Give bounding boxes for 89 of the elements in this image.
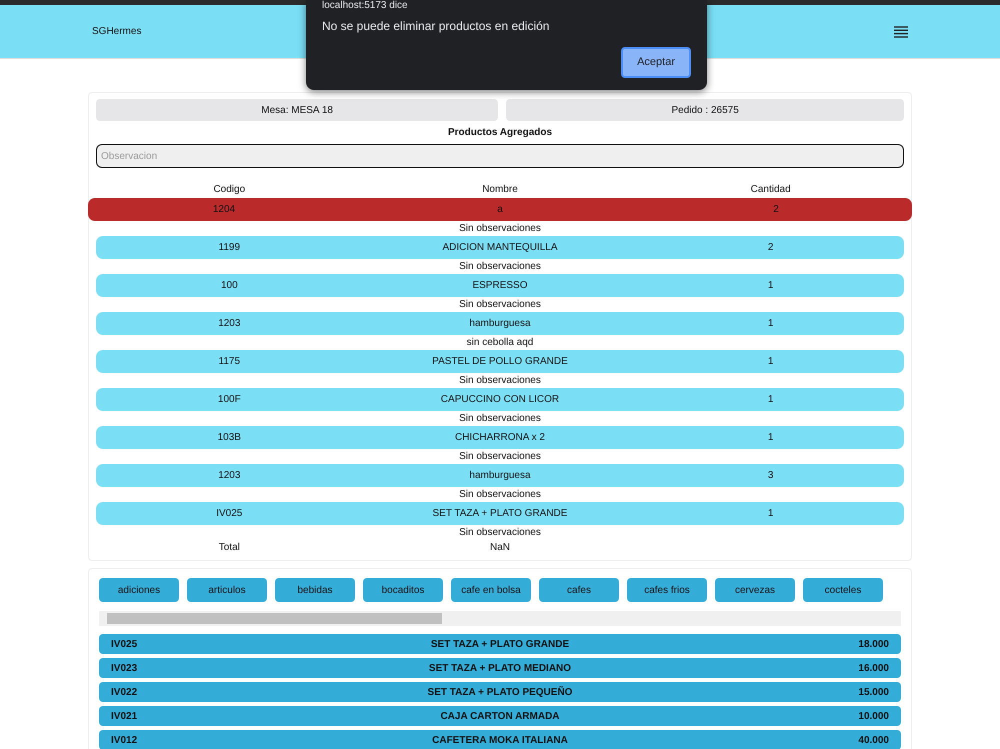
table-cell: 1 xyxy=(768,280,774,291)
order-item-row[interactable]: 103B CHICHARRONA x 2 1 xyxy=(96,426,904,449)
accept-button[interactable]: Aceptar xyxy=(621,47,691,78)
brand-name[interactable]: SGHermes xyxy=(92,24,142,39)
order-item-row[interactable]: 1199 ADICION MANTEQUILLA 2 xyxy=(96,236,904,259)
product-code: IV023 xyxy=(111,662,138,676)
column-header: Cantidad xyxy=(750,184,791,195)
product-price: 40.000 xyxy=(857,734,889,748)
table-cell: PASTEL DE POLLO GRANDE xyxy=(432,356,568,367)
table-cell: 1199 xyxy=(218,242,240,253)
column-header: Codigo xyxy=(213,184,246,195)
product-row[interactable]: IV023 SET TAZA + PLATO MEDIANO 16.000 xyxy=(99,658,901,678)
table-cell: 100F xyxy=(218,394,241,405)
item-note: Sin observaciones xyxy=(459,299,541,310)
item-note: Sin observaciones xyxy=(459,261,541,272)
order-item-row[interactable]: 100 ESPRESSO 1 xyxy=(96,274,904,297)
scroll-thumb[interactable] xyxy=(107,613,442,624)
category-button[interactable]: cafe en bolsa xyxy=(451,578,531,602)
table-cell: IV025 xyxy=(216,508,242,519)
table-cell: 1204 xyxy=(212,204,236,215)
product-name: CAJA CARTON ARMADA xyxy=(439,710,561,724)
product-row[interactable]: IV021 CAJA CARTON ARMADA 10.000 xyxy=(99,706,901,726)
product-code: IV022 xyxy=(111,686,138,700)
table-cell: 1203 xyxy=(218,470,240,481)
category-button[interactable]: cafes xyxy=(539,578,619,602)
product-name: CAFETERA MOKA ITALIANA xyxy=(431,734,569,748)
menu-icon[interactable] xyxy=(894,26,908,38)
product-name: SET TAZA + PLATO GRANDE xyxy=(430,638,570,652)
table-cell: 1 xyxy=(768,394,774,405)
product-name: SET TAZA + PLATO MEDIANO xyxy=(428,662,572,676)
table-cell: a xyxy=(497,204,503,215)
table-cell: 1203 xyxy=(218,318,240,329)
product-price: 18.000 xyxy=(857,638,889,652)
order-number: Pedido : 26575 xyxy=(506,99,904,121)
table-cell: CAPUCCINO CON LICOR xyxy=(440,394,560,405)
product-row[interactable]: IV025 SET TAZA + PLATO GRANDE 18.000 xyxy=(99,634,901,654)
table-label: Mesa: MESA 18 xyxy=(96,99,498,121)
column-header: Nombre xyxy=(482,184,518,195)
total-label: Total xyxy=(218,542,240,553)
item-note: Sin observaciones xyxy=(459,451,541,462)
category-button[interactable]: bocaditos xyxy=(363,578,443,602)
horizontal-scrollbar[interactable] xyxy=(99,611,901,626)
dialog-title: localhost:5173 dice xyxy=(322,0,409,11)
table-cell: 2 xyxy=(768,242,774,253)
product-row[interactable]: IV012 CAFETERA MOKA ITALIANA 40.000 xyxy=(99,730,901,749)
category-button[interactable]: cervezas xyxy=(715,578,795,602)
table-cell: 1 xyxy=(768,508,774,519)
section-title: Productos Agregados xyxy=(446,126,554,140)
item-note: sin cebolla aqd xyxy=(466,337,534,348)
order-item-row[interactable]: 100F CAPUCCINO CON LICOR 1 xyxy=(96,388,904,411)
table-cell: 1 xyxy=(768,432,774,443)
product-price: 16.000 xyxy=(857,662,889,676)
product-code: IV021 xyxy=(111,710,138,724)
dialog-message: No se puede eliminar productos en edición xyxy=(322,18,550,35)
item-note: Sin observaciones xyxy=(459,489,541,500)
product-price: 15.000 xyxy=(857,686,889,700)
table-cell: 1175 xyxy=(218,356,240,367)
category-button[interactable]: adiciones xyxy=(99,578,179,602)
table-cell: 1 xyxy=(768,356,774,367)
table-cell: 1 xyxy=(768,318,774,329)
order-item-row[interactable]: 1203 hamburguesa 1 xyxy=(96,312,904,335)
item-note: Sin observaciones xyxy=(459,527,541,538)
product-price: 10.000 xyxy=(857,710,889,724)
table-cell: ADICION MANTEQUILLA xyxy=(442,242,558,253)
category-button[interactable]: cocteles xyxy=(803,578,883,602)
total-value: NaN xyxy=(490,542,510,553)
category-button[interactable]: cafes frios xyxy=(627,578,707,602)
product-code: IV012 xyxy=(111,734,138,748)
order-item-row[interactable]: 1203 hamburguesa 3 xyxy=(96,464,904,487)
table-cell: 2 xyxy=(773,204,779,215)
table-cell: CHICHARRONA x 2 xyxy=(454,432,545,443)
table-cell: ESPRESSO xyxy=(472,280,528,291)
product-row[interactable]: IV022 SET TAZA + PLATO PEQUEÑO 15.000 xyxy=(99,682,901,702)
table-cell: 3 xyxy=(768,470,774,481)
table-cell: 100 xyxy=(220,280,238,291)
item-note: Sin observaciones xyxy=(459,375,541,386)
product-name: SET TAZA + PLATO PEQUEÑO xyxy=(426,685,574,700)
table-cell: SET TAZA + PLATO GRANDE xyxy=(432,508,568,519)
category-button[interactable]: articulos xyxy=(187,578,267,602)
table-cell: hamburguesa xyxy=(469,470,531,481)
table-cell: hamburguesa xyxy=(469,318,531,329)
order-item-row[interactable]: IV025 SET TAZA + PLATO GRANDE 1 xyxy=(96,502,904,525)
observation-field[interactable]: Observacion xyxy=(96,144,904,168)
item-note: Sin observaciones xyxy=(459,223,541,234)
table-cell: 103B xyxy=(218,432,241,443)
item-note: Sin observaciones xyxy=(459,413,541,424)
category-button[interactable]: bebidas xyxy=(275,578,355,602)
order-item-row[interactable]: 1175 PASTEL DE POLLO GRANDE 1 xyxy=(96,350,904,373)
product-code: IV025 xyxy=(111,638,138,652)
